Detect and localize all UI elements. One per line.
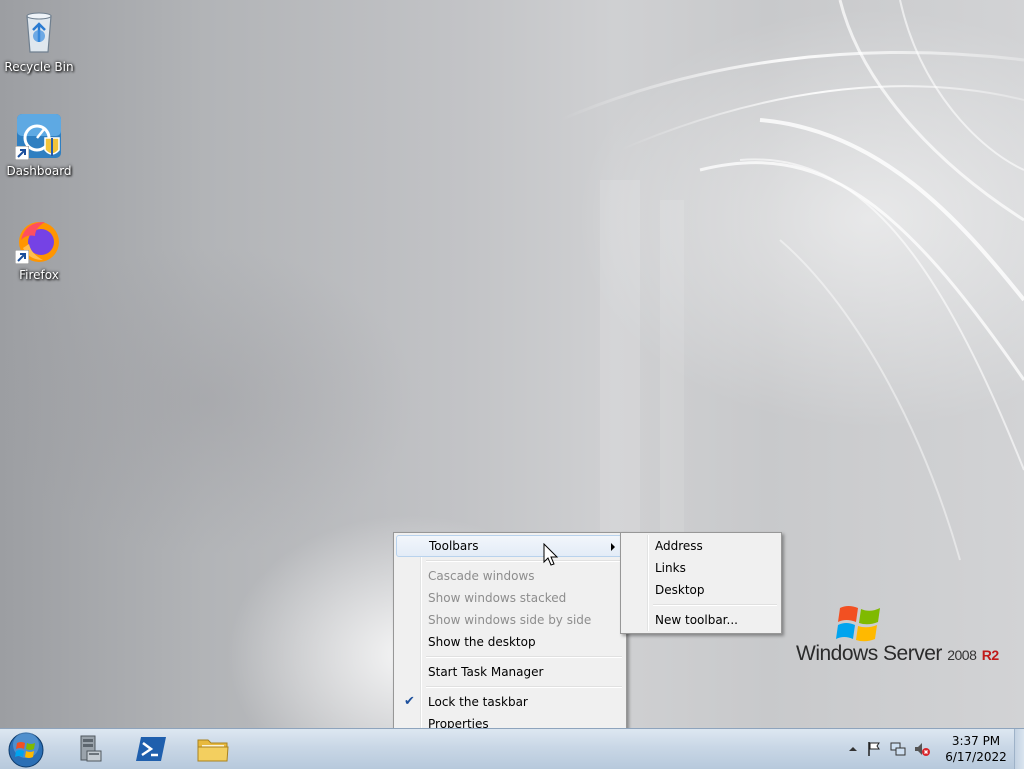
windows-server-brand: Windows Server 2008 R2 <box>796 600 1006 670</box>
menu-item-label: Show windows stacked <box>428 591 567 605</box>
shortcut-arrow-icon <box>15 250 29 264</box>
submenu-item-address[interactable]: Address <box>623 535 779 557</box>
desktop-icon-label: Recycle Bin <box>4 60 74 74</box>
mouse-cursor-icon <box>543 543 559 566</box>
toolbars-submenu: Address Links Desktop New toolbar... <box>620 532 782 634</box>
menu-item-label: Desktop <box>655 583 705 597</box>
menu-item-label: Links <box>655 561 686 575</box>
menu-separator <box>426 560 622 562</box>
firefox-icon <box>15 216 63 264</box>
taskbar-powershell[interactable] <box>128 731 174 767</box>
menu-item-cascade-windows: Cascade windows <box>396 565 624 587</box>
taskbar-server-manager[interactable] <box>66 731 112 767</box>
shortcut-arrow-icon <box>15 146 29 160</box>
desktop-icon-label: Dashboard <box>6 164 72 178</box>
folder-icon <box>197 739 229 762</box>
menu-item-start-task-manager[interactable]: Start Task Manager <box>396 661 624 683</box>
volume-muted-icon[interactable] <box>914 741 930 757</box>
desktop-icon-label: Firefox <box>19 268 59 282</box>
menu-item-label: Toolbars <box>429 539 479 553</box>
start-orb-icon <box>8 732 44 768</box>
action-center-flag-icon[interactable] <box>866 741 882 757</box>
show-hidden-icons-arrow[interactable] <box>845 741 861 757</box>
windows-logo-icon <box>836 606 880 642</box>
submenu-item-new-toolbar[interactable]: New toolbar... <box>623 609 779 631</box>
menu-item-label: Show the desktop <box>428 635 536 649</box>
brand-version: 2008 <box>947 647 977 663</box>
server-manager-icon <box>80 735 102 762</box>
powershell-icon <box>136 737 166 761</box>
desktop-icon-recycle-bin[interactable]: Recycle Bin <box>0 8 78 74</box>
menu-item-label: New toolbar... <box>655 613 738 627</box>
menu-separator <box>426 686 622 688</box>
menu-item-show-windows-stacked: Show windows stacked <box>396 587 624 609</box>
brand-name: Windows Server <box>796 642 942 665</box>
menu-separator <box>426 656 622 658</box>
checkmark-icon: ✔ <box>404 694 415 709</box>
taskbar[interactable]: 3:37 PM 6/17/2022 <box>0 728 1024 769</box>
show-desktop-button[interactable] <box>1014 729 1024 769</box>
menu-item-show-windows-side-by-side: Show windows side by side <box>396 609 624 631</box>
recycle-bin-icon <box>15 8 63 56</box>
dashboard-icon <box>15 112 63 160</box>
taskbar-context-menu: Toolbars Cascade windows Show windows st… <box>393 532 627 738</box>
menu-item-label: Start Task Manager <box>428 665 544 679</box>
menu-item-label: Show windows side by side <box>428 613 592 627</box>
taskbar-windows-explorer[interactable] <box>190 731 236 767</box>
menu-separator <box>653 604 777 606</box>
submenu-arrow-icon <box>611 543 615 551</box>
menu-item-label: Address <box>655 539 703 553</box>
desktop-icon-dashboard[interactable]: Dashboard <box>0 112 78 178</box>
clock-date: 6/17/2022 <box>945 750 1007 764</box>
system-clock[interactable]: 3:37 PM 6/17/2022 <box>940 733 1012 765</box>
menu-item-lock-the-taskbar[interactable]: ✔ Lock the taskbar <box>396 691 624 713</box>
submenu-item-desktop[interactable]: Desktop <box>623 579 779 601</box>
menu-item-label: Lock the taskbar <box>428 695 528 709</box>
start-button[interactable] <box>7 731 45 769</box>
menu-item-show-the-desktop[interactable]: Show the desktop <box>396 631 624 653</box>
clock-time: 3:37 PM <box>951 734 1001 748</box>
desktop-icon-firefox[interactable]: Firefox <box>0 216 78 282</box>
menu-item-label: Cascade windows <box>428 569 535 583</box>
submenu-item-links[interactable]: Links <box>623 557 779 579</box>
brand-edition: R2 <box>981 647 999 663</box>
network-icon[interactable] <box>890 741 906 757</box>
menu-item-toolbars[interactable]: Toolbars <box>396 535 624 557</box>
